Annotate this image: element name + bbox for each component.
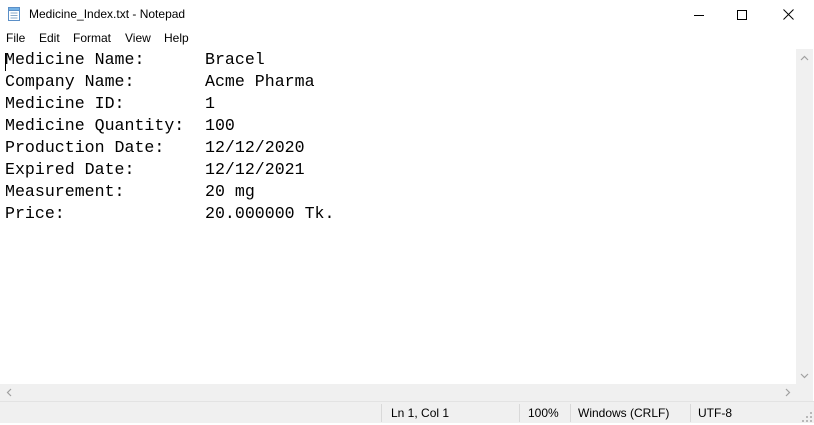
menu-bar: File Edit Format View Help	[0, 29, 814, 48]
text-line: Production Date: 12/12/2020	[5, 137, 305, 159]
notepad-icon	[8, 6, 21, 21]
status-encoding: UTF-8	[698, 406, 732, 420]
line-value: 100	[205, 116, 235, 135]
status-line-ending: Windows (CRLF)	[578, 406, 670, 420]
line-label: Production Date:	[5, 138, 165, 157]
maximize-icon	[737, 9, 747, 20]
close-button[interactable]	[765, 0, 811, 29]
line-value: 12/12/2021	[205, 160, 305, 179]
line-value: 20.000000 Tk.	[205, 204, 335, 223]
line-value: Acme Pharma	[205, 72, 315, 91]
text-line: Medicine ID: 1	[5, 93, 215, 115]
status-zoom: 100%	[528, 406, 559, 420]
scroll-up-icon[interactable]	[796, 49, 813, 66]
window-title: Medicine_Index.txt - Notepad	[29, 7, 186, 21]
text-line: Price: 20.000000 Tk.	[5, 203, 334, 225]
text-line: Medicine Quantity: 100	[5, 115, 235, 137]
line-value: Bracel	[205, 50, 265, 69]
status-position: Ln 1, Col 1	[391, 406, 450, 420]
close-icon	[782, 9, 794, 20]
line-label: Company Name:	[5, 72, 135, 91]
maximize-button[interactable]	[719, 0, 765, 29]
line-label: Expired Date:	[5, 160, 135, 179]
text-line: Measurement: 20 mg	[5, 181, 255, 203]
menu-format[interactable]: Format	[73, 31, 111, 46]
vertical-scrollbar[interactable]	[796, 49, 813, 384]
line-label: Price:	[5, 204, 65, 223]
status-divider	[381, 404, 382, 422]
status-bar: Ln 1, Col 1 100% Windows (CRLF) UTF-8	[0, 401, 814, 423]
title-bar[interactable]: Medicine_Index.txt - Notepad	[0, 0, 814, 29]
status-divider	[690, 404, 691, 422]
text-line: Medicine Name: Bracel	[5, 49, 265, 71]
line-label: Measurement:	[5, 182, 125, 201]
status-divider	[519, 404, 520, 422]
scrollbar-corner	[796, 384, 813, 401]
scroll-down-icon[interactable]	[796, 367, 813, 384]
menu-file[interactable]: File	[6, 31, 25, 46]
minimize-button[interactable]	[676, 0, 722, 29]
menu-view[interactable]: View	[125, 31, 151, 46]
line-value: 12/12/2020	[205, 138, 305, 157]
line-label: Medicine Quantity:	[5, 116, 185, 135]
horizontal-scrollbar[interactable]	[0, 384, 796, 401]
line-label: Medicine Name:	[5, 50, 145, 69]
minimize-icon	[694, 10, 704, 20]
line-value: 20 mg	[205, 182, 255, 201]
resize-grip-icon[interactable]	[802, 411, 812, 422]
text-line: Expired Date: 12/12/2021	[5, 159, 305, 181]
scroll-left-icon[interactable]	[0, 384, 17, 401]
text-editor[interactable]: Medicine Name: Bracel Company Name: Acme P…	[0, 49, 796, 384]
menu-help[interactable]: Help	[164, 31, 189, 46]
line-label: Medicine ID:	[5, 94, 125, 113]
line-value: 1	[205, 94, 215, 113]
scroll-right-icon[interactable]	[779, 384, 796, 401]
status-divider	[570, 404, 571, 422]
text-line: Company Name: Acme Pharma	[5, 71, 315, 93]
menu-edit[interactable]: Edit	[39, 31, 60, 46]
